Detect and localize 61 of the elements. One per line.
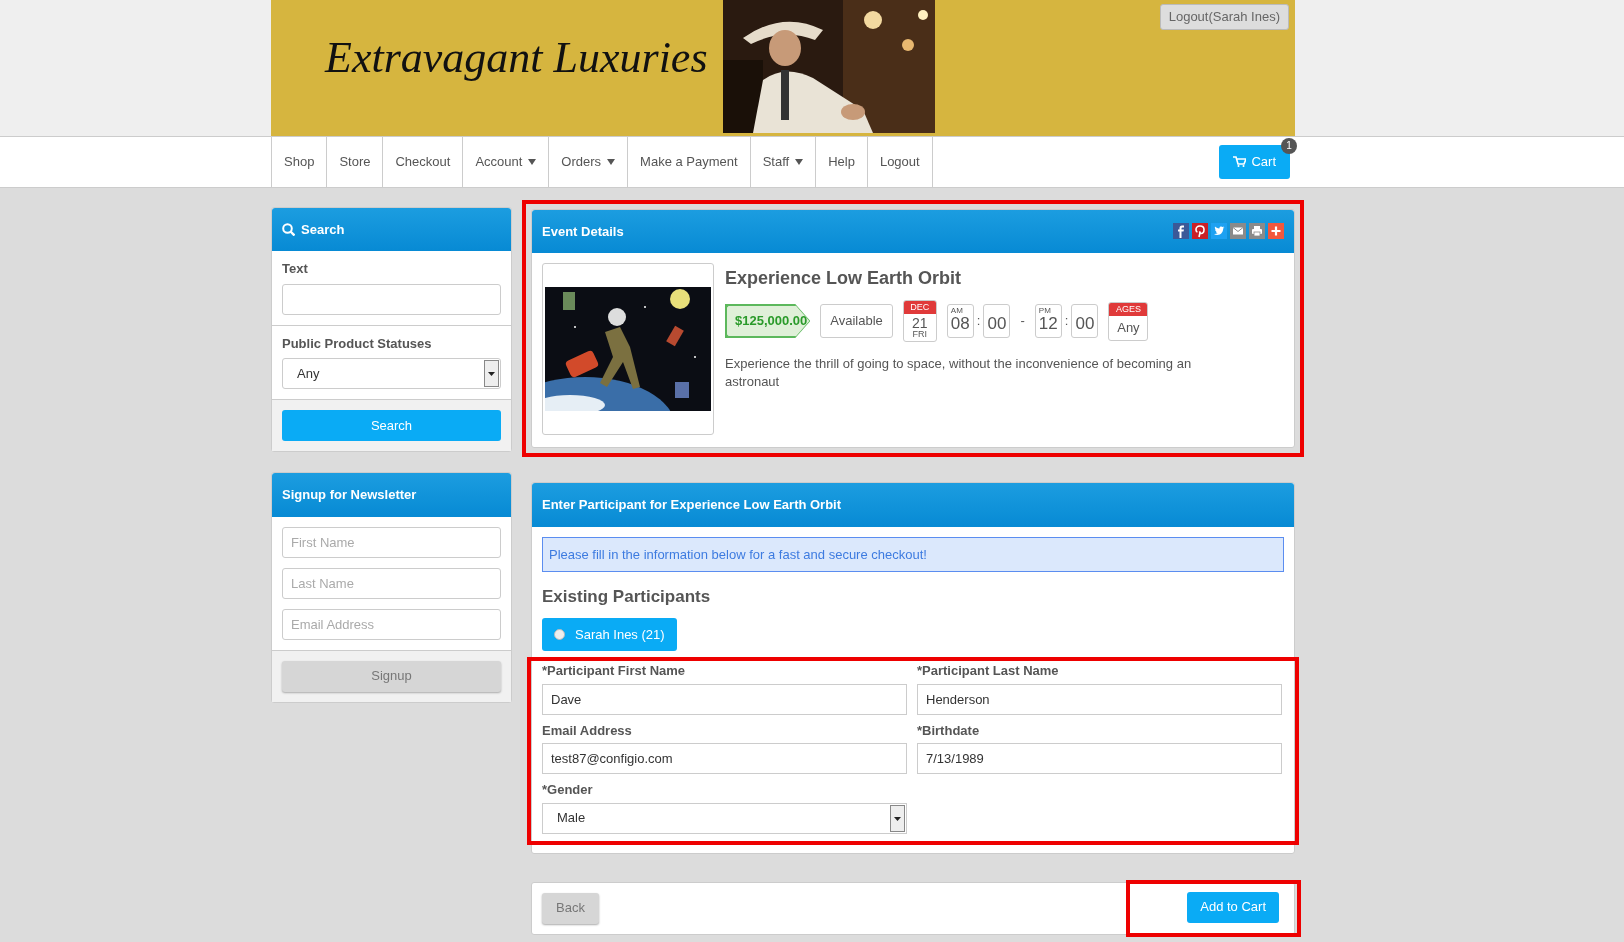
- cart-count-badge: 1: [1281, 138, 1297, 154]
- input-field[interactable]: Dave: [542, 683, 907, 715]
- logo-text: Extravagant Luxuries: [325, 32, 709, 84]
- hour-box: AM 08: [946, 304, 974, 338]
- input-field[interactable]: test87@configio.com: [542, 743, 907, 774]
- panel-title: Enter Participant for Experience Low Earth Orbit: [542, 496, 842, 514]
- time-separator: :: [976, 312, 981, 331]
- input-field[interactable]: First Name: [282, 526, 501, 558]
- caret-icon: [528, 158, 537, 165]
- event-title: Experience Low Earth Orbit: [725, 267, 963, 290]
- field-label: Email Address: [542, 721, 633, 740]
- event-description: Experience the thrill of going to space, without the inconvenience of becoming an astronaut: [725, 355, 1193, 391]
- status-badge: Available: [820, 304, 893, 338]
- nav-link[interactable]: Checkout: [383, 137, 464, 187]
- field-label: *Birthdate: [917, 721, 981, 740]
- field-label: Public Product Statuses: [282, 334, 433, 353]
- panel-title: Search: [301, 220, 345, 239]
- caret-icon: [607, 158, 616, 165]
- nav-link[interactable]: Store: [327, 137, 384, 187]
- mail-icon[interactable]: [1230, 223, 1246, 240]
- nav-link[interactable]: Orders: [549, 137, 629, 187]
- logout-button[interactable]: Logout(Sarah Ines): [1159, 4, 1289, 30]
- panel-title: Signup for Newsletter: [282, 486, 417, 504]
- nav-link[interactable]: Shop: [271, 137, 328, 187]
- input-field[interactable]: [282, 283, 501, 315]
- input-field[interactable]: Last Name: [282, 567, 501, 599]
- input-field[interactable]: 7/13/1989: [917, 743, 1282, 774]
- price-tag: $125,000.00: [725, 304, 811, 338]
- select-field[interactable]: Any: [282, 358, 501, 389]
- field-label: *Participant First Name: [542, 662, 687, 680]
- nav-link[interactable]: Make a Payment: [628, 137, 751, 187]
- print-icon[interactable]: [1249, 223, 1265, 240]
- caret-icon: [795, 158, 804, 165]
- info-alert: Please fill in the information below for a fast and secure checkout!: [542, 536, 1284, 572]
- input-field[interactable]: Email Address: [282, 608, 501, 640]
- section-heading: Existing Participants: [542, 586, 712, 608]
- twitter-icon[interactable]: [1211, 223, 1227, 240]
- nav-link[interactable]: Staff: [750, 137, 817, 187]
- cart-label: Cart: [1251, 153, 1276, 171]
- ages-badge: AGES Any: [1108, 301, 1149, 341]
- facebook-icon[interactable]: [1173, 223, 1189, 240]
- range-separator: -: [1020, 312, 1025, 331]
- field-label: *Gender: [542, 781, 594, 799]
- cart-icon: [1233, 156, 1247, 168]
- nav-link[interactable]: Help: [816, 137, 868, 187]
- nav-link[interactable]: Logout: [867, 137, 933, 187]
- search-icon: [282, 222, 295, 236]
- pinterest-icon[interactable]: [1192, 223, 1208, 240]
- plus-icon[interactable]: [1268, 223, 1284, 240]
- input-field[interactable]: Henderson: [917, 683, 1282, 715]
- field-label: Text: [282, 260, 309, 278]
- date-badge: DEC 21 FRI: [902, 300, 937, 342]
- panel-title: Event Details: [542, 222, 624, 241]
- hour-box: PM 12: [1034, 304, 1062, 338]
- field-label: *Participant Last Name: [917, 662, 1060, 680]
- minute-box: 00: [983, 304, 1011, 338]
- time-separator: :: [1064, 312, 1069, 331]
- radio-button[interactable]: [554, 628, 565, 640]
- select-field[interactable]: Male: [542, 802, 907, 834]
- nav-link[interactable]: Account: [463, 137, 550, 187]
- minute-box: 00: [1071, 304, 1099, 338]
